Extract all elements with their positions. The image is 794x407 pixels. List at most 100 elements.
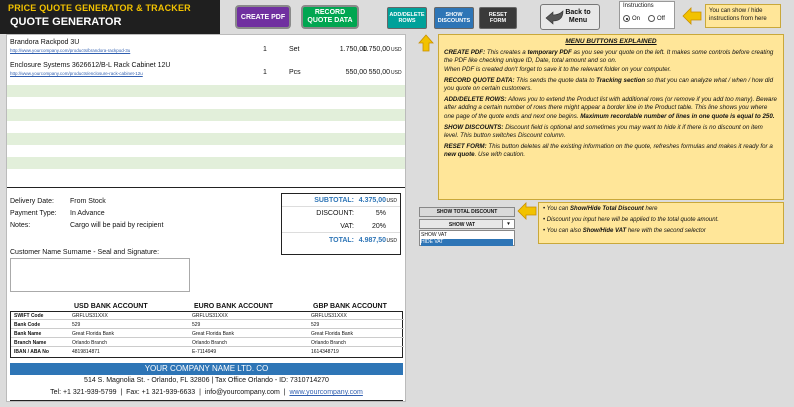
tip-text: You can also [546,228,583,234]
company-fax: Fax: +1 321-939-6633 [126,389,196,396]
totals-box: SUBTOTAL: 4.375,00 USD DISCOUNT: 5% VAT:… [281,193,401,255]
show-total-discount-button[interactable]: SHOW TOTAL DISCOUNT [419,207,515,217]
total-label: TOTAL: [328,237,354,244]
bank-row-label: SWIFT Code [14,313,44,319]
bank-value: 529 [311,322,320,328]
empty-product-row[interactable] [7,133,405,145]
notes-value[interactable]: Cargo will be paid by recipient [70,222,163,229]
company-contact: Tel: +1 321-939-5799 | Fax: +1 321-939-6… [10,389,403,396]
explain-create-pdf: CREATE PDF: This creates a temporary PDF… [444,49,778,74]
bank-row: Bank Name Great Florida Bank Great Flori… [11,330,404,338]
payment-value[interactable]: In Advance [70,210,105,217]
tip-line: • Discount you input here will be applie… [543,217,719,223]
empty-product-row[interactable] [7,85,405,97]
explain-reset-head: RESET FORM: [444,143,487,151]
tip-line: • You can Show/Hide Total Discount here [543,206,658,212]
explain-text: This creates a [485,49,528,57]
product-total: 550,00 [368,69,390,76]
discount-value[interactable]: 5% [376,210,386,217]
explain-record: RECORD QUOTE DATA: This sends the quote … [444,77,778,93]
tip-emphasis: Show/Hide VAT [582,228,627,234]
signature-label: Customer Name Surname - Seal and Signatu… [10,249,160,256]
back-arrow-icon [545,10,564,25]
vat-option-show[interactable]: SHOW VAT [421,232,513,239]
company-email[interactable]: info@yourcompany.com [205,389,280,396]
notes-label: Notes: [10,222,31,229]
bank-value: 529 [192,322,201,328]
company-address: 514 S. Magnolia St. - Orlando, FL 32806 … [84,377,329,384]
vat-options-list: SHOW VAT HIDE VAT [419,230,515,246]
tip-text: here with the second selector [626,228,706,234]
product-link[interactable]: http://www.yourcompany.com/products/encl… [10,71,143,76]
explain-emphasis: temporary PDF [527,49,572,57]
separator: | [118,389,127,396]
instructions-label: Instructions [623,3,654,9]
footer-divider [10,400,403,401]
reset-form-button[interactable]: RESET FORM [479,7,517,29]
bank-header-gbp: GBP BANK ACCOUNT [313,303,387,310]
radio-empty-icon [648,15,655,22]
products-divider [7,187,405,188]
bank-value: 529 [72,322,81,328]
company-tel: Tel: +1 321-939-5799 [50,389,117,396]
record-quote-data-button[interactable]: RECORD QUOTE DATA [301,5,359,29]
sheet-title: QUOTE GENERATOR [10,16,122,28]
explain-text: When PDF is created don't forget to save… [444,65,672,73]
delivery-value[interactable]: From Stock [70,198,106,205]
bank-value: Great Florida Bank [72,331,114,337]
empty-product-row[interactable] [7,121,405,133]
chevron-down-icon[interactable]: ▾ [502,220,514,228]
bank-value: GRFLUS31XXX [192,313,228,319]
company-web[interactable]: www.yourcompany.com [289,389,362,396]
empty-product-row[interactable] [7,145,405,157]
explain-emphasis: Tracking section [596,76,646,84]
bank-value: GRFLUS31XXX [311,313,347,319]
vat-value[interactable]: 20% [372,223,386,230]
empty-product-row[interactable] [7,97,405,109]
bank-value: Orlando Branch [311,340,347,346]
bank-value: Orlando Branch [72,340,108,346]
back-to-menu-button[interactable]: Back to Menu [540,4,600,30]
product-name: Brandora Rackpod 3U [10,39,80,46]
bank-row: Bank Code 529 529 529 [11,321,404,329]
bank-row-label: Bank Code [14,322,41,328]
product-unit: Set [289,46,300,53]
radio-selected-icon [623,15,630,22]
create-pdf-button[interactable]: CREATE PDF [235,5,291,29]
bank-row-label: Branch Name [14,340,47,346]
bank-row-label: Bank Name [14,331,42,337]
tip-line: • You can also Show/Hide VAT here with t… [543,228,706,234]
explain-add-head: ADD/DELETE ROWS: [444,96,507,104]
bank-value: GRFLUS31XXX [72,313,108,319]
show-discounts-button[interactable]: SHOW DISCOUNTS [434,7,474,29]
add-delete-rows-button[interactable]: ADD/DELETE ROWS [387,7,427,29]
empty-product-row[interactable] [7,157,405,169]
explain-emphasis: Maximum recordable number of lines in on… [580,112,775,120]
product-link[interactable]: http://www.yourcompany.com/products/bran… [10,48,130,53]
vat-option-hide[interactable]: HIDE VAT [421,239,513,246]
payment-label: Payment Type: [10,210,57,217]
bank-row-label: IBAN / ABA No [14,349,49,355]
bank-value: E-7114949 [192,349,217,355]
vat-select[interactable]: SHOW VAT ▾ [419,219,515,229]
subtotal-currency: USD [386,198,397,204]
instructions-off-radio[interactable]: Off [648,15,665,22]
bank-row: SWIFT Code GRFLUS31XXX GRFLUS31XXX GRFLU… [11,312,404,320]
app-title: PRICE QUOTE GENERATOR & TRACKER [8,3,191,13]
bank-value: Great Florida Bank [192,331,234,337]
subtotal-row: SUBTOTAL: 4.375,00 USD [282,195,400,207]
bank-row: IBAN / ABA No 4819814871 E-7114949 16143… [11,348,404,356]
tip-text: Discount you input here will be applied … [546,217,719,223]
title-box: PRICE QUOTE GENERATOR & TRACKER QUOTE GE… [0,0,220,34]
signature-box[interactable] [10,258,190,292]
total-value: 4.987,50 [358,237,386,244]
empty-product-row[interactable] [7,109,405,121]
instructions-on-radio[interactable]: On [623,15,640,22]
empty-product-row[interactable] [7,169,405,181]
discount-label: DISCOUNT: [316,210,354,217]
vat-discount-tips: • You can Show/Hide Total Discount here … [538,202,784,244]
subtotal-label: SUBTOTAL: [314,197,354,204]
bank-value: 1614348719 [311,349,339,355]
bank-value: 4819814871 [72,349,100,355]
tip-text: here [643,206,658,212]
